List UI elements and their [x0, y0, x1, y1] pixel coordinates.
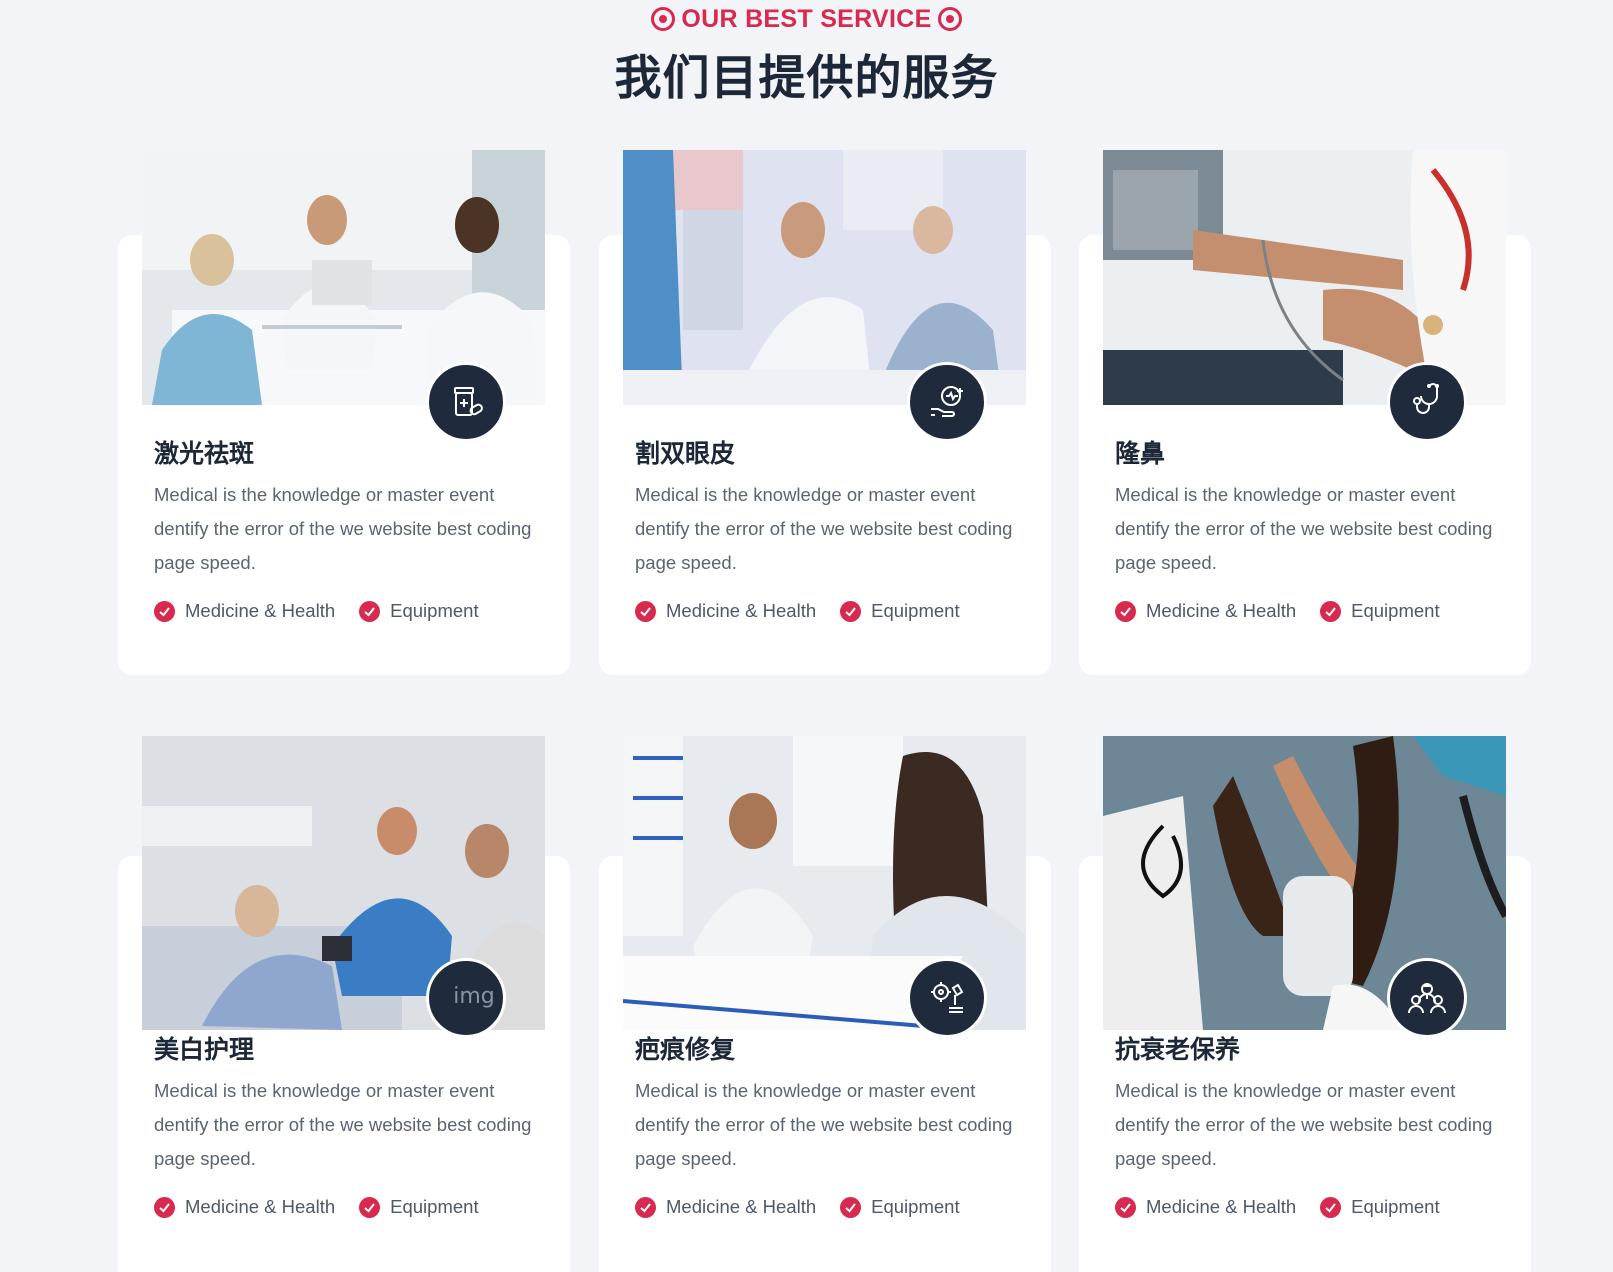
service-description: Medical is the knowledge or master event…: [635, 1080, 1013, 1169]
service-card[interactable]: 隆鼻 Medical is the knowledge or master ev…: [1079, 150, 1531, 675]
service-title: 美白护理: [154, 1036, 255, 1064]
services-section: OUR BEST SERVICE 我们目提供的服务 激光祛斑 Medical i…: [0, 0, 1613, 1272]
service-description: Medical is the knowledge or master event…: [1115, 1080, 1493, 1169]
check-icon: [840, 1196, 862, 1218]
stethoscope-icon: [1387, 362, 1467, 442]
tag-label: Equipment: [390, 600, 479, 621]
tag-label: Equipment: [871, 600, 960, 621]
tag-label: Equipment: [390, 1196, 479, 1217]
tag-equipment: Equipment: [840, 599, 960, 623]
check-icon: [1320, 1196, 1342, 1218]
tag-label: Equipment: [871, 1196, 960, 1217]
service-description: Medical is the knowledge or master event…: [1115, 484, 1493, 573]
broken-image-alt: img: [453, 983, 495, 1009]
tag-label: Medicine & Health: [666, 600, 817, 621]
medical-team-icon: [1387, 958, 1467, 1038]
check-icon: [359, 1196, 381, 1218]
service-card[interactable]: 割双眼皮 Medical is the knowledge or master …: [599, 150, 1051, 675]
service-tags: Medicine & Health Equipment: [154, 599, 479, 623]
tag-medicine-health: Medicine & Health: [154, 599, 335, 623]
service-title: 割双眼皮: [635, 440, 736, 468]
medicine-bottle-icon: [426, 362, 506, 442]
check-icon: [359, 600, 381, 622]
tag-medicine-health: Medicine & Health: [1115, 1195, 1296, 1219]
check-icon: [154, 1196, 175, 1218]
tag-equipment: Equipment: [1320, 599, 1440, 623]
tag-label: Medicine & Health: [666, 1196, 817, 1217]
tag-medicine-health: Medicine & Health: [635, 599, 816, 623]
service-tags: Medicine & Health Equipment: [635, 1195, 960, 1219]
service-card[interactable]: img 美白护理 Medical is the knowledge or mas…: [118, 736, 570, 1272]
service-description: Medical is the knowledge or master event…: [154, 1080, 532, 1169]
service-card[interactable]: 疤痕修复 Medical is the knowledge or master …: [599, 736, 1051, 1272]
tag-label: Equipment: [1351, 600, 1440, 621]
microscope-icon: [907, 958, 987, 1038]
tag-label: Medicine & Health: [1146, 600, 1297, 621]
tag-equipment: Equipment: [359, 1195, 479, 1219]
check-icon: [154, 600, 175, 622]
tag-label: Medicine & Health: [185, 600, 336, 621]
tag-medicine-health: Medicine & Health: [154, 1195, 335, 1219]
tag-medicine-health: Medicine & Health: [635, 1195, 816, 1219]
hand-heart-care-icon: [907, 362, 987, 442]
service-tags: Medicine & Health Equipment: [154, 1195, 479, 1219]
check-icon: [1115, 1196, 1136, 1218]
broken-image-icon: img: [426, 958, 506, 1038]
service-tags: Medicine & Health Equipment: [1115, 1195, 1440, 1219]
tag-label: Medicine & Health: [185, 1196, 336, 1217]
tag-label: Medicine & Health: [1146, 1196, 1297, 1217]
check-icon: [635, 600, 656, 622]
tag-equipment: Equipment: [359, 599, 479, 623]
tag-label: Equipment: [1351, 1196, 1440, 1217]
services-grid: 激光祛斑 Medical is the knowledge or master …: [118, 0, 1531, 1272]
tag-medicine-health: Medicine & Health: [1115, 599, 1296, 623]
tag-equipment: Equipment: [1320, 1195, 1440, 1219]
service-tags: Medicine & Health Equipment: [1115, 599, 1440, 623]
service-description: Medical is the knowledge or master event…: [154, 484, 532, 573]
service-title: 激光祛斑: [154, 440, 255, 468]
check-icon: [1320, 600, 1342, 622]
check-icon: [635, 1196, 656, 1218]
service-tags: Medicine & Health Equipment: [635, 599, 960, 623]
service-card[interactable]: 抗衰老保养 Medical is the knowledge or master…: [1079, 736, 1531, 1272]
service-title: 隆鼻: [1115, 440, 1166, 468]
service-title: 抗衰老保养: [1115, 1036, 1241, 1064]
service-title: 疤痕修复: [635, 1036, 736, 1064]
service-card[interactable]: 激光祛斑 Medical is the knowledge or master …: [118, 150, 570, 675]
check-icon: [840, 600, 862, 622]
service-description: Medical is the knowledge or master event…: [635, 484, 1013, 573]
tag-equipment: Equipment: [840, 1195, 960, 1219]
check-icon: [1115, 600, 1136, 622]
